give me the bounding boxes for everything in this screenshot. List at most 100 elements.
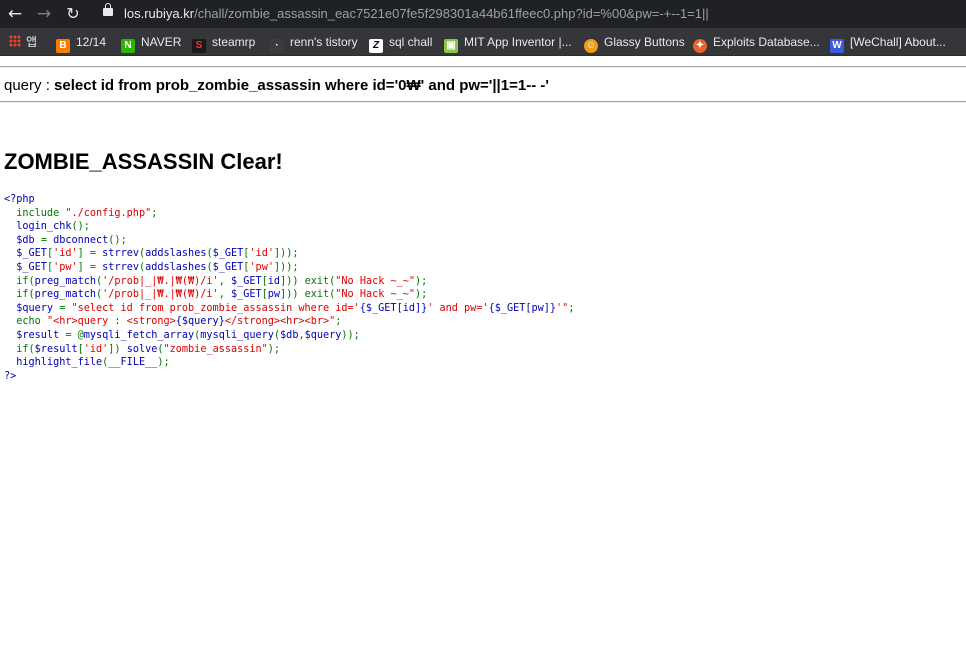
code-token: id	[267, 275, 281, 287]
code-token: ;	[151, 207, 158, 219]
code-token: 'id'	[83, 343, 109, 355]
bookmark-mit-app-inventor[interactable]: ▣ MIT App Inventor |...	[444, 34, 572, 53]
code-token: pw	[267, 289, 281, 301]
code-line: login_chk();	[4, 220, 574, 234]
code-line: $_GET['pw'] = strrev(addslashes($_GET['p…	[4, 261, 574, 275]
query-label: query :	[4, 77, 55, 94]
back-arrow-icon[interactable]: ←	[5, 4, 25, 24]
code-token: $_GET	[4, 261, 47, 273]
code-token: ?>	[4, 370, 17, 382]
code-token: ] =	[77, 248, 103, 260]
code-line: highlight_file(__FILE__);	[4, 356, 574, 370]
code-token: 'id'	[53, 248, 78, 260]
bookmark-label: 12/14	[76, 35, 107, 49]
code-token: );	[415, 275, 428, 287]
code-line: if(preg_match('/prob|_|₩.|₩(₩)/i', $_GET…	[4, 288, 574, 302]
bookmark-glassy-buttons[interactable]: ☺ Glassy Buttons	[584, 34, 685, 53]
code-token: echo	[4, 316, 47, 328]
code-token: include	[4, 207, 66, 219]
bookmark-1214[interactable]: B 12/14	[56, 34, 107, 53]
bookmark-label: [WeChall] About...	[850, 35, 946, 49]
bookmark-wechall[interactable]: W [WeChall] About...	[830, 34, 946, 53]
code-token: if(	[4, 343, 35, 355]
code-token: $_GET	[212, 248, 244, 260]
url-path: /chall/zombie_assassin_eac7521e07fe5f298…	[194, 6, 709, 21]
url-host: los.rubiya.kr	[124, 6, 195, 21]
code-token: preg_match	[34, 275, 97, 287]
code-token: __FILE__	[108, 357, 158, 369]
bookmark-label: steamrp	[212, 35, 256, 49]
blogger-icon: B	[56, 39, 70, 53]
code-line: $query = "select id from prob_zombie_ass…	[4, 302, 574, 316]
code-token: if(	[4, 275, 35, 287]
bookmark-label: NAVER	[141, 35, 182, 49]
code-line: $result = @mysqli_fetch_array(mysqli_que…	[4, 329, 574, 343]
top-divider	[0, 66, 966, 68]
code-token: "No Hack ~_~"	[335, 289, 416, 301]
bookmark-renns-tistory[interactable]: · renn's tistory	[270, 34, 358, 53]
code-token: ));	[341, 329, 360, 341]
bookmark-naver[interactable]: N NAVER	[121, 34, 182, 53]
code-token: "select id from prob_zombie_assassin whe…	[71, 302, 360, 314]
code-token: $query	[304, 329, 342, 341]
reload-icon[interactable]: ↻	[63, 4, 83, 24]
php-source-code: <?php include "./config.php"; login_chk(…	[4, 193, 574, 383]
code-token: $_GET	[230, 289, 262, 301]
bookmark-steamrp[interactable]: Ssteamrp	[192, 34, 256, 53]
bookmark-label: renn's tistory	[290, 35, 358, 49]
bookmark-sql-chall[interactable]: Zsql chall	[369, 34, 432, 53]
code-token: ])) exit(	[280, 289, 336, 301]
code-token: $_GET	[230, 275, 262, 287]
code-token: =	[40, 234, 54, 246]
code-token: "zombie_assassin"	[163, 343, 268, 355]
code-token: ;	[335, 316, 342, 328]
code-token: $db	[280, 329, 299, 341]
code-token: ,	[218, 275, 231, 287]
code-line: ?>	[4, 370, 574, 384]
lock-icon[interactable]	[103, 3, 113, 16]
bottom-divider	[0, 101, 966, 103]
code-token: ]));	[273, 248, 299, 260]
naver-icon: N	[121, 39, 135, 53]
bookmarks-bar: 앱 B 12/14 N NAVER Ssteamrp · renn's tistory…	[0, 28, 966, 56]
code-token: mysqli_query	[200, 329, 274, 341]
code-line: $db = dbconnect();	[4, 234, 574, 248]
bookmark-exploits-database[interactable]: ✦ Exploits Database...	[693, 34, 820, 53]
code-token: <?php	[4, 194, 35, 205]
address-bar[interactable]: los.rubiya.kr/chall/zombie_assassin_eac7…	[124, 6, 709, 22]
code-token: ();	[108, 234, 127, 246]
code-token: 'id'	[249, 248, 274, 260]
code-token: $result	[4, 329, 66, 341]
code-line: if(preg_match('/prob|_|₩.|₩(₩)/i', $_GET…	[4, 275, 574, 289]
code-token: ' and pw='	[427, 302, 489, 314]
code-line: include "./config.php";	[4, 207, 574, 221]
code-token: preg_match	[34, 289, 97, 301]
bookmark-label: 앱	[26, 35, 38, 49]
apps-grid-icon	[9, 35, 21, 47]
glassy-icon: ☺	[584, 39, 598, 53]
bookmark-label: Exploits Database...	[713, 35, 820, 49]
code-line: <?php	[4, 193, 574, 207]
code-token: ,	[218, 289, 231, 301]
exploitdb-icon: ✦	[693, 39, 707, 53]
code-token: $result	[34, 343, 78, 355]
query-line: query : select id from prob_zombie_assas…	[4, 76, 549, 96]
bookmark-label: Glassy Buttons	[604, 35, 685, 49]
code-token: strrev	[102, 261, 139, 273]
code-token: '"	[556, 302, 569, 314]
code-token: highlight_file	[4, 357, 103, 369]
bookmark-apps[interactable]: 앱	[9, 34, 37, 50]
clear-message: ZOMBIE_ASSASSIN Clear!	[4, 149, 283, 174]
code-token: ();	[71, 221, 90, 233]
appinventor-icon: ▣	[444, 39, 458, 53]
code-token: 'pw'	[53, 261, 78, 273]
code-token: "<hr>query : <strong>	[46, 316, 176, 328]
code-line: $_GET['id'] = strrev(addslashes($_GET['i…	[4, 247, 574, 261]
forward-arrow-icon[interactable]: →	[34, 4, 54, 24]
bookmark-label: MIT App Inventor |...	[464, 35, 572, 49]
code-token: solve	[126, 343, 158, 355]
code-token: login_chk	[4, 221, 72, 233]
code-token: {$query}	[175, 316, 225, 328]
code-token: if(	[4, 289, 35, 301]
code-token: );	[267, 343, 281, 355]
